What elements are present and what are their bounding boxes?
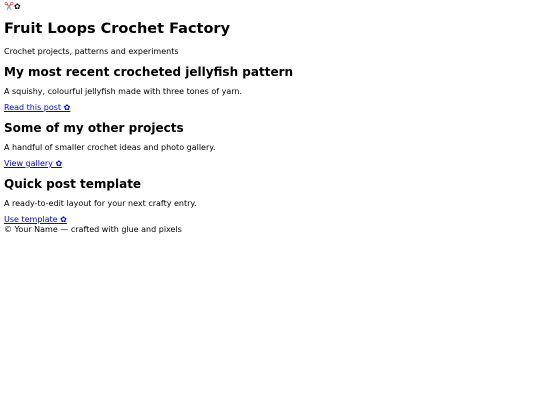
view-gallery-link[interactable]: View gallery ✿ — [4, 159, 62, 169]
site-title: Fruit Loops Crochet Factory — [4, 21, 231, 37]
use-template-link[interactable]: Use template ✿ — [4, 215, 67, 225]
site-logo-icon: ✂️✿ — [4, 2, 21, 11]
post-other-projects: Some of my other projects A handful of s… — [4, 120, 536, 169]
post-description: A ready-to-edit layout for your next cra… — [4, 199, 197, 208]
post-quick-template: Quick post template A ready-to-edit layo… — [4, 176, 536, 225]
site-tagline: Crochet projects, patterns and experimen… — [4, 47, 179, 56]
post-description: A handful of smaller crochet ideas and p… — [4, 143, 216, 152]
post-description: A squishy, colourful jellyfish made with… — [4, 87, 243, 96]
page: ✂️✿ Fruit Loops Crochet Factory Crochet … — [0, 0, 540, 235]
post-title: My most recent crocheted jellyfish patte… — [4, 65, 294, 79]
post-jellyfish: My most recent crocheted jellyfish patte… — [4, 64, 536, 113]
post-title: Some of my other projects — [4, 121, 184, 135]
read-post-link[interactable]: Read this post ✿ — [4, 103, 70, 113]
site-footer: © Your Name — crafted with glue and pixe… — [4, 225, 182, 234]
post-title: Quick post template — [4, 177, 142, 191]
